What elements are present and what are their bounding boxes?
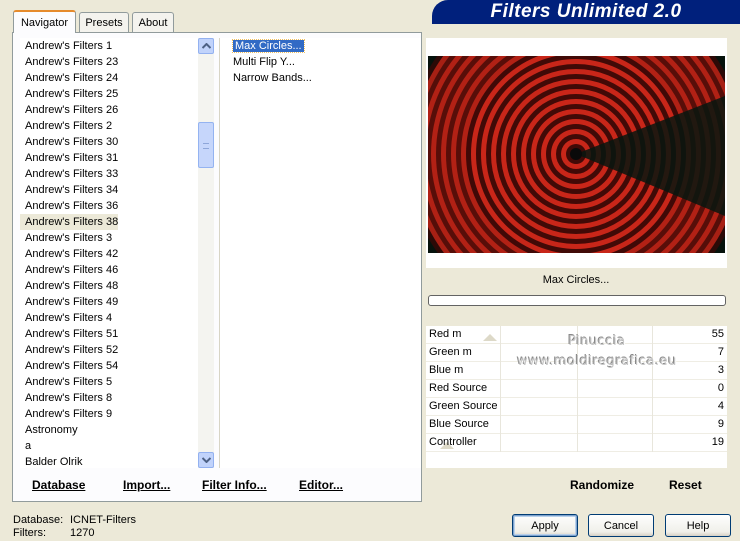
param-value: 0 bbox=[717, 382, 724, 394]
filter-list[interactable]: Max Circles... Multi Flip Y... Narrow Band… bbox=[219, 38, 421, 468]
param-value: 4 bbox=[717, 400, 724, 412]
param-slider-row[interactable]: Controller 19 bbox=[426, 434, 727, 452]
scroll-thumb[interactable] bbox=[198, 122, 214, 168]
category-item[interactable]: Andrew's Filters 5 bbox=[20, 374, 198, 390]
category-scrollbar[interactable] bbox=[198, 38, 214, 468]
param-value: 19 bbox=[711, 436, 724, 448]
import-button[interactable]: Import... bbox=[123, 478, 170, 492]
param-slider-row[interactable]: Red m 55 bbox=[426, 326, 727, 344]
database-button[interactable]: Database bbox=[32, 478, 85, 492]
category-item[interactable]: Andrew's Filters 30 bbox=[20, 134, 198, 150]
app-banner-title: Filters Unlimited 2.0 bbox=[432, 0, 740, 24]
param-name: Blue Source bbox=[429, 418, 489, 430]
category-item[interactable]: Andrew's Filters 24 bbox=[20, 70, 198, 86]
filter-info-button[interactable]: Filter Info... bbox=[202, 478, 267, 492]
category-item[interactable]: Andrew's Filters 25 bbox=[20, 86, 198, 102]
category-item[interactable]: Astronomy bbox=[20, 422, 198, 438]
category-item[interactable]: Andrew's Filters 23 bbox=[20, 54, 198, 70]
category-item[interactable]: Andrew's Filters 8 bbox=[20, 390, 198, 406]
category-item[interactable]: Andrew's Filters 54 bbox=[20, 358, 198, 374]
editor-button[interactable]: Editor... bbox=[299, 478, 343, 492]
category-item[interactable]: Andrew's Filters 1 bbox=[20, 38, 198, 54]
apply-button[interactable]: Apply bbox=[512, 514, 578, 537]
filter-item[interactable]: Max Circles... bbox=[220, 38, 421, 54]
category-item[interactable]: Andrew's Filters 3 bbox=[20, 230, 198, 246]
param-name: Green m bbox=[429, 346, 472, 358]
category-item[interactable]: Andrew's Filters 31 bbox=[20, 150, 198, 166]
scroll-down-button[interactable] bbox=[198, 452, 214, 468]
status-database-value: ICNET-Filters bbox=[70, 514, 136, 526]
category-item[interactable]: Andrew's Filters 33 bbox=[20, 166, 198, 182]
category-item[interactable]: Andrew's Filters 9 bbox=[20, 406, 198, 422]
category-item[interactable]: Andrew's Filters 51 bbox=[20, 326, 198, 342]
tab-about[interactable]: About bbox=[132, 12, 174, 32]
tab-presets[interactable]: Presets bbox=[79, 12, 129, 32]
param-name: Blue m bbox=[429, 364, 464, 376]
category-item[interactable]: Andrew's Filters 49 bbox=[20, 294, 198, 310]
preview-filter-name: Max Circles... bbox=[542, 274, 610, 286]
category-item[interactable]: Andrew's Filters 34 bbox=[20, 182, 198, 198]
param-name: Controller bbox=[429, 436, 477, 448]
slider-thumb[interactable] bbox=[483, 334, 497, 341]
category-item[interactable]: Andrew's Filters 4 bbox=[20, 310, 198, 326]
category-item[interactable]: Andrew's Filters 36 bbox=[20, 198, 198, 214]
scroll-up-button[interactable] bbox=[198, 38, 214, 54]
category-list[interactable]: Andrew's Filters 1 Andrew's Filters 23 And… bbox=[20, 38, 198, 468]
param-slider-row[interactable]: Green Source 4 bbox=[426, 398, 727, 416]
param-value: 9 bbox=[717, 418, 724, 430]
chevron-up-icon bbox=[201, 43, 211, 49]
category-item[interactable]: Balder Olrik bbox=[20, 454, 198, 468]
chevron-down-icon bbox=[201, 457, 211, 463]
param-name: Red m bbox=[429, 328, 462, 340]
param-value: 55 bbox=[711, 328, 724, 340]
filter-preview-image bbox=[428, 56, 725, 253]
filter-item[interactable]: Narrow Bands... bbox=[220, 70, 421, 86]
category-item[interactable]: Andrew's Filters 46 bbox=[20, 262, 198, 278]
status-database-label: Database: bbox=[13, 514, 64, 526]
reset-button[interactable]: Reset bbox=[669, 478, 702, 492]
category-item[interactable]: Andrew's Filters 2 bbox=[20, 118, 198, 134]
category-item[interactable]: Andrew's Filters 42 bbox=[20, 246, 198, 262]
tab-navigator[interactable]: Navigator bbox=[13, 10, 76, 33]
randomize-button[interactable]: Randomize bbox=[570, 478, 634, 492]
param-value: 7 bbox=[717, 346, 724, 358]
category-item[interactable]: a bbox=[20, 438, 198, 454]
param-name: Red Source bbox=[429, 382, 488, 394]
filter-item[interactable]: Multi Flip Y... bbox=[220, 54, 421, 70]
parameter-panel[interactable]: Red m 55 Green m 7 Blue m 3 Red Source 0 Green S… bbox=[426, 326, 727, 468]
progress-bar bbox=[428, 295, 726, 306]
param-slider-row[interactable]: Blue m 3 bbox=[426, 362, 727, 380]
help-button[interactable]: Help bbox=[665, 514, 731, 537]
category-item[interactable]: Andrew's Filters 52 bbox=[20, 342, 198, 358]
category-item[interactable]: Andrew's Filters 38 bbox=[20, 214, 118, 230]
cancel-button[interactable]: Cancel bbox=[588, 514, 654, 537]
status-filters-value: 1270 bbox=[70, 527, 95, 539]
param-slider-row[interactable]: Red Source 0 bbox=[426, 380, 727, 398]
status-filters-label: Filters: bbox=[13, 527, 46, 539]
param-value: 3 bbox=[717, 364, 724, 376]
category-item[interactable]: Andrew's Filters 48 bbox=[20, 278, 198, 294]
param-slider-row[interactable]: Blue Source 9 bbox=[426, 416, 727, 434]
category-item[interactable]: Andrew's Filters 26 bbox=[20, 102, 198, 118]
param-slider-row[interactable]: Green m 7 bbox=[426, 344, 727, 362]
param-name: Green Source bbox=[429, 400, 498, 412]
